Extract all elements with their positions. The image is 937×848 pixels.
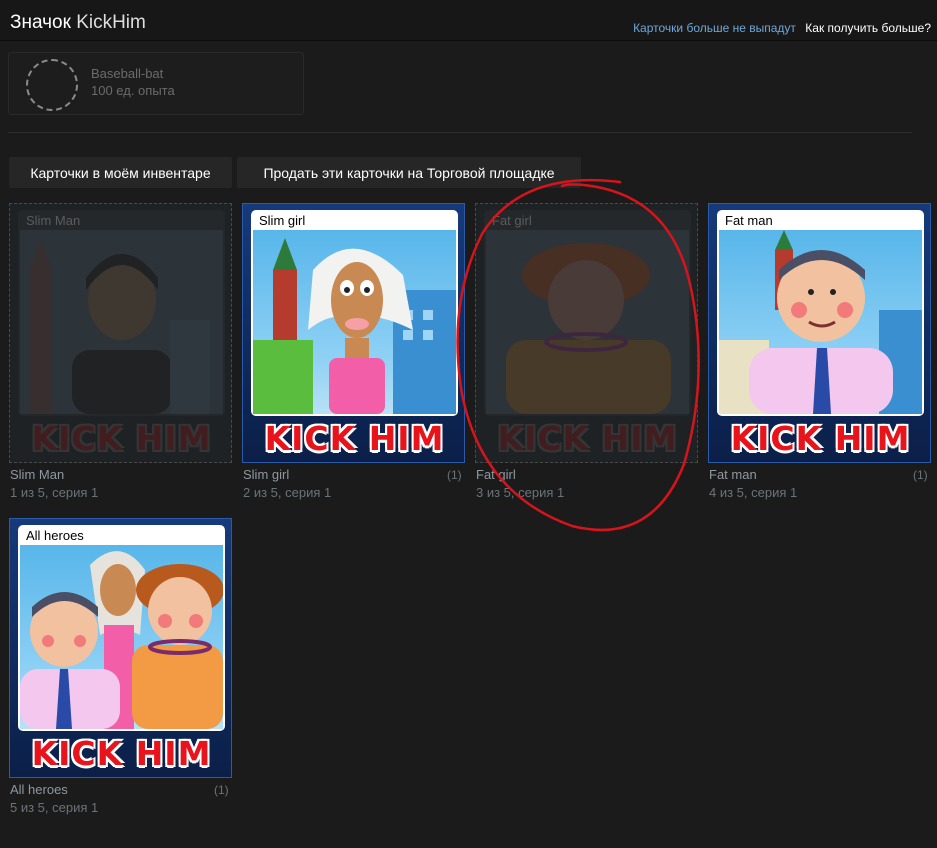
kick-him-logo: KICK HIM: [31, 418, 212, 458]
sell-on-market-button[interactable]: Продать эти карточки на Торговой площадк…: [237, 157, 581, 188]
card-art-label: All heroes: [26, 528, 84, 543]
card-fat-man[interactable]: Fat man KICK HIM: [708, 203, 931, 463]
card-count: (1): [913, 468, 928, 482]
page-title: Значок KickHim: [10, 12, 146, 34]
no-drop-link[interactable]: Карточки больше не выпадут: [633, 21, 796, 35]
card-meta: 5 из 5, серия 1: [10, 800, 99, 815]
card-name: All heroes: [10, 782, 68, 797]
card-meta: 2 из 5, серия 1: [243, 485, 332, 500]
card-art-label: Slim girl: [259, 213, 306, 228]
top-links: Карточки больше не выпадут Как получить …: [633, 21, 931, 35]
card-fat-girl[interactable]: Fat girl KICK HIM: [475, 203, 698, 463]
page-title-prefix: Значок: [10, 12, 71, 33]
card-count: (1): [214, 783, 229, 797]
card-art-label: Fat girl: [492, 213, 532, 228]
kick-him-logo: KICK HIM: [264, 418, 445, 458]
card-art-label: Slim Man: [26, 213, 81, 228]
top-bar: Значок KickHim Карточки больше не выпаду…: [0, 0, 937, 41]
card-art-frame: Fat man: [717, 210, 924, 416]
inventory-cards-button[interactable]: Карточки в моём инвентаре: [9, 157, 232, 188]
card-art-frame: Slim Man: [18, 210, 225, 416]
card-slim-man[interactable]: Slim Man KICK HIM: [9, 203, 232, 463]
card-art: [486, 230, 689, 414]
badge-xp: 100 ед. опыта: [91, 83, 175, 98]
card-art-frame: All heroes: [18, 525, 225, 731]
card-meta: 1 из 5, серия 1: [10, 485, 99, 500]
card-art: [719, 230, 922, 414]
badge-info: Baseball-bat 100 ед. опыта: [8, 52, 304, 115]
card-art-frame: Fat girl: [484, 210, 691, 416]
kick-him-logo: KICK HIM: [497, 418, 678, 458]
card-art-frame: Slim girl: [251, 210, 458, 416]
card-name: Slim girl: [243, 467, 290, 482]
card-art: [253, 230, 456, 414]
card-art: [20, 545, 223, 729]
card-art-label: Fat man: [725, 213, 773, 228]
how-get-more-link[interactable]: Как получить больше?: [805, 21, 931, 35]
card-name: Fat girl: [476, 467, 516, 482]
card-meta: 3 из 5, серия 1: [476, 485, 565, 500]
divider: [8, 132, 912, 133]
card-count: (1): [447, 468, 462, 482]
kick-him-logo: KICK HIM: [730, 418, 911, 458]
badge-placeholder-icon: [26, 59, 78, 111]
page-title-game: KickHim: [76, 12, 146, 33]
card-art: [20, 230, 223, 414]
card-slim-girl[interactable]: Slim girl KICK HIM: [242, 203, 465, 463]
card-meta: 4 из 5, серия 1: [709, 485, 798, 500]
card-all-heroes[interactable]: All heroes KICK HIM: [9, 518, 232, 778]
kick-him-logo: KICK HIM: [31, 733, 212, 773]
card-name: Slim Man: [10, 467, 65, 482]
card-name: Fat man: [709, 467, 757, 482]
badge-name: Baseball-bat: [91, 66, 164, 81]
